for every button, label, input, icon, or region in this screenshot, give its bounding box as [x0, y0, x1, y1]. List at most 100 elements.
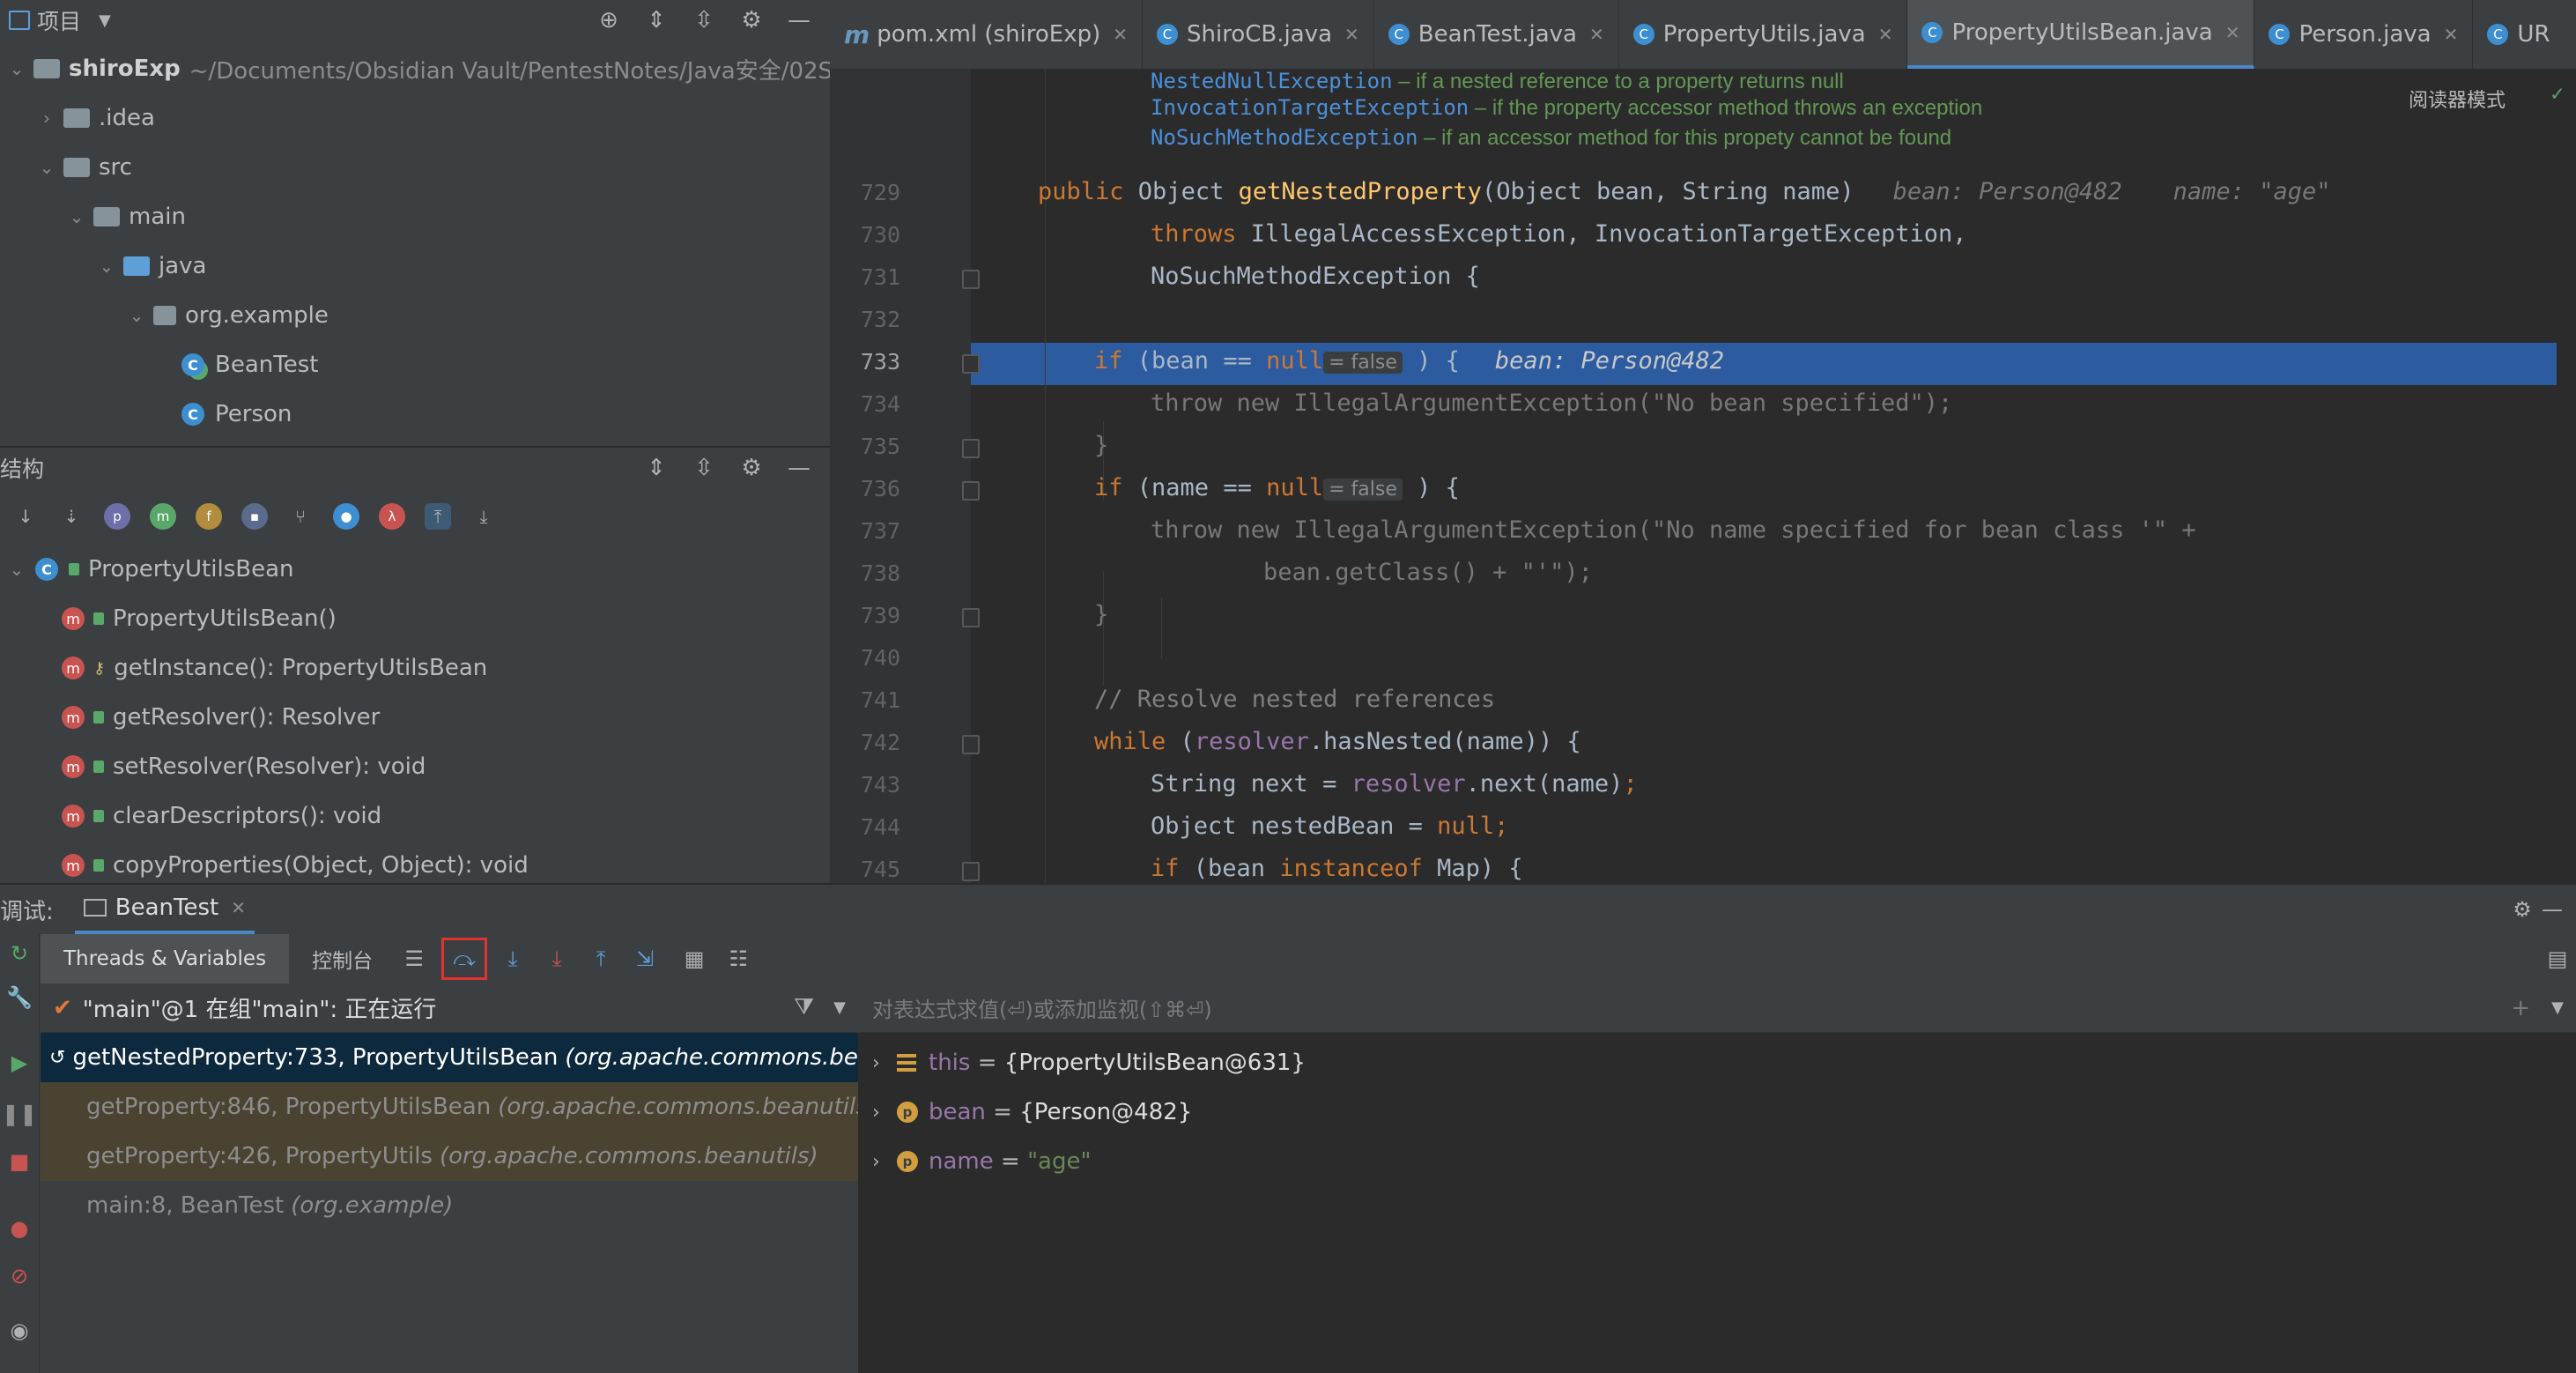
fold-marker-icon[interactable] [962, 862, 980, 881]
stop-icon[interactable]: ■ [5, 1147, 33, 1176]
restore-layout-icon[interactable]: ▤ [2543, 944, 2572, 974]
close-icon[interactable]: ✕ [1589, 24, 1604, 45]
filter-icon[interactable]: ⧩ [794, 994, 814, 1021]
doc-link[interactable]: InvocationTargetException [1151, 95, 1469, 120]
rerun-icon[interactable]: ↻ [5, 939, 33, 968]
tree-item-java[interactable]: ⌄ java [95, 241, 207, 291]
show-properties-icon[interactable]: p [104, 503, 130, 530]
variable-row[interactable]: › p bean = {Person@482} [860, 1087, 1192, 1137]
line-number[interactable]: 732 [830, 307, 900, 332]
fold-marker-icon[interactable] [962, 608, 980, 627]
variable-row[interactable]: › this = {PropertyUtilsBean@631} [860, 1038, 1306, 1087]
tab-person[interactable]: C Person.java ✕ [2254, 0, 2474, 69]
show-fields-icon[interactable]: f [196, 503, 222, 530]
tree-item-src[interactable]: ⌄ src [35, 143, 132, 192]
line-number[interactable]: 745 [830, 857, 900, 882]
wrench-icon[interactable]: 🔧 [5, 983, 33, 1012]
line-number[interactable]: 742 [830, 730, 900, 755]
chevron-right-icon[interactable]: › [872, 1151, 897, 1173]
line-number[interactable]: 738 [830, 560, 900, 586]
chevron-down-icon[interactable]: ▼ [99, 11, 111, 30]
tree-item-shiroexp[interactable]: ⌄ shiroExp ~/Documents/Obsidian Vault/Pe… [5, 44, 830, 93]
gear-icon[interactable]: ⚙ [2507, 894, 2537, 924]
autoscroll-from-source-icon[interactable]: ⤓ [470, 503, 497, 530]
line-number[interactable]: 737 [830, 518, 900, 544]
pause-icon[interactable]: ❚❚ [2, 1100, 37, 1128]
tab-propertyutils[interactable]: C PropertyUtils.java ✕ [1619, 0, 1908, 69]
lambda-icon[interactable]: λ [379, 503, 405, 530]
sort-alpha-icon[interactable]: ↓ [12, 503, 39, 530]
tree-item-idea[interactable]: › .idea [35, 93, 155, 143]
doc-link[interactable]: NoSuchMethodException [1151, 125, 1418, 150]
show-lambdas-icon[interactable]: ● [333, 503, 359, 530]
show-anonymous-icon[interactable]: ⑂ [287, 503, 314, 530]
fold-marker-icon[interactable] [962, 481, 980, 501]
evaluate-table-icon[interactable]: ▦ [679, 944, 709, 974]
minimize-icon[interactable]: — [786, 7, 812, 33]
structure-member[interactable]: m copyProperties(Object, Object): void [62, 841, 529, 885]
trace-icon[interactable]: ☷ [723, 944, 753, 974]
show-non-public-icon[interactable]: ▪ [241, 503, 268, 530]
structure-member[interactable]: m setResolver(Resolver): void [62, 742, 426, 791]
line-number[interactable]: 729 [830, 180, 900, 205]
chevron-down-icon[interactable]: ⌄ [5, 559, 28, 580]
close-icon[interactable]: ✕ [2444, 24, 2459, 45]
frame-row[interactable]: main:8, BeanTest (org.example) [41, 1181, 858, 1230]
fold-marker-icon[interactable] [962, 270, 980, 289]
line-number[interactable]: 740 [830, 645, 900, 671]
resume-icon[interactable]: ▶ [5, 1049, 33, 1077]
structure-member[interactable]: m getResolver(): Resolver [62, 693, 380, 742]
gear-icon[interactable]: ⚙ [738, 455, 765, 481]
close-icon[interactable]: ✕ [231, 897, 246, 918]
close-icon[interactable]: ✕ [1878, 24, 1893, 45]
add-watch-icon[interactable]: + [2511, 995, 2530, 1021]
tab-pom-xml[interactable]: m pom.xml (shiroExp) ✕ [830, 0, 1144, 69]
line-number[interactable]: 734 [830, 391, 900, 417]
close-icon[interactable]: ✕ [1113, 24, 1128, 45]
line-number[interactable]: 731 [830, 264, 900, 290]
fold-marker-icon[interactable] [962, 439, 980, 458]
tab-beantest[interactable]: C BeanTest.java ✕ [1374, 0, 1619, 69]
chevron-down-icon[interactable]: ⌄ [5, 58, 28, 79]
collapse-all-icon[interactable]: ⇳ [691, 455, 717, 481]
thread-selector[interactable]: ✔ "main"@1 在组"main": 正在运行 ⧩ ▼ [41, 983, 858, 1033]
minimize-icon[interactable]: — [2537, 894, 2567, 924]
step-over-icon[interactable]: ⤼ [441, 938, 488, 980]
run-to-cursor-icon[interactable]: ⇲ [630, 944, 660, 974]
chevron-right-icon[interactable]: › [35, 108, 58, 129]
tree-item-person[interactable]: C Person [181, 390, 292, 439]
chevron-down-icon[interactable]: ⌄ [35, 157, 58, 178]
tree-item-beantest[interactable]: C BeanTest [181, 340, 318, 390]
fold-marker-icon[interactable] [962, 354, 980, 374]
chevron-down-icon[interactable]: ⌄ [65, 206, 88, 227]
inspection-ok-icon[interactable]: ✓ [2551, 81, 2564, 106]
reader-mode-toggle[interactable]: 阅读器模式 [2409, 85, 2506, 113]
show-inherited-icon[interactable]: m [150, 503, 176, 530]
project-view-icon[interactable] [9, 11, 30, 30]
tree-item-org-example[interactable]: ⌄ org.example [125, 291, 329, 340]
tab-ur[interactable]: C UR [2473, 0, 2564, 69]
variable-row[interactable]: › p name = "age" [860, 1137, 1091, 1186]
structure-member[interactable]: m clearDescriptors(): void [62, 791, 381, 841]
chevron-down-icon[interactable]: ▼ [833, 998, 846, 1017]
chevron-right-icon[interactable]: › [872, 1102, 897, 1124]
mute-breakpoints-icon[interactable]: ⊘ [5, 1262, 33, 1290]
collapse-all-icon[interactable]: ⇳ [691, 7, 717, 33]
structure-member[interactable]: m PropertyUtilsBean() [62, 594, 337, 643]
expand-all-icon[interactable]: ⇕ [643, 7, 670, 33]
frame-row[interactable]: getProperty:846, PropertyUtilsBean (org.… [41, 1082, 858, 1132]
line-number[interactable]: 744 [830, 814, 900, 840]
line-number[interactable]: 736 [830, 476, 900, 501]
frame-row[interactable]: getProperty:426, PropertyUtils (org.apac… [41, 1132, 858, 1181]
minimize-icon[interactable]: — [786, 455, 812, 481]
structure-root[interactable]: ⌄ C PropertyUtilsBean [5, 545, 294, 594]
sort-visibility-icon[interactable]: ⇣ [58, 503, 85, 530]
line-number[interactable]: 741 [830, 687, 900, 713]
tab-threads-variables[interactable]: Threads & Variables [41, 934, 290, 983]
chevron-down-icon[interactable]: ⌄ [95, 256, 118, 277]
evaluate-expression-bar[interactable]: 对表达式求值(⏎)或添加监视(⇧⌘⏎) + ▼ [860, 983, 2576, 1033]
line-number[interactable]: 743 [830, 772, 900, 798]
tab-propertyutilsbean[interactable]: C PropertyUtilsBean.java ✕ [1907, 0, 2255, 69]
doc-link[interactable]: NestedNullException [1151, 69, 1393, 93]
close-icon[interactable]: ✕ [2225, 22, 2240, 43]
